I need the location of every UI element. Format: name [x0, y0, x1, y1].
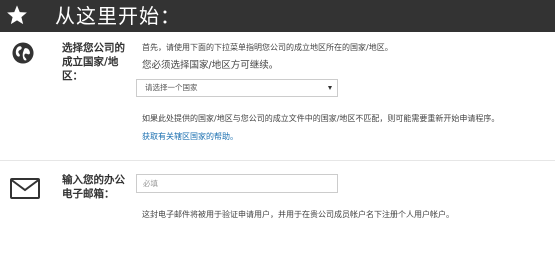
envelope-icon	[10, 178, 40, 199]
page-header: 从这里开始：	[0, 0, 555, 32]
country-intro-text: 首先，请使用下面的下拉菜单指明您公司的成立地区所在的国家/地区。	[142, 43, 393, 52]
country-select-value: 请选择一个国家	[145, 83, 198, 92]
email-label: 输入您的办公 电子邮箱：	[62, 174, 125, 200]
email-usage-note: 这封电子邮件将被用于验证申请用户，并用于在贵公司成员帐户名下注册个人用户帐户。	[142, 210, 454, 219]
country-help-link[interactable]: 获取有关辖区国家的帮助。	[142, 131, 238, 143]
page-title: 从这里开始：	[55, 4, 181, 28]
email-placeholder: 必填	[143, 179, 158, 188]
country-mismatch-note: 如果此处提供的国家/地区与您公司的成立文件中的国家/地区不匹配，则可能需要重新开…	[142, 114, 500, 123]
country-requirement-text: 您必须选择国家/地区方可继续。	[142, 60, 279, 71]
globe-icon	[12, 42, 34, 64]
country-select[interactable]: 请选择一个国家	[136, 79, 338, 97]
star-icon	[7, 5, 27, 25]
country-label: 选择您公司的 成立国家/地 区：	[62, 42, 125, 82]
chevron-down-icon	[328, 86, 332, 90]
section-divider	[0, 160, 555, 161]
email-field[interactable]: 必填	[136, 174, 338, 193]
